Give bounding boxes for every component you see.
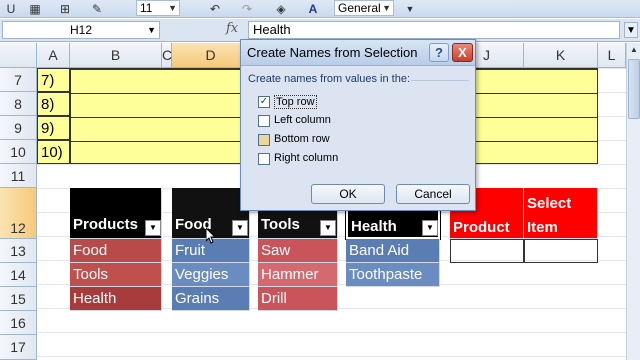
option-right-column[interactable]: Right column (258, 151, 348, 167)
column-header[interactable]: A (37, 43, 70, 68)
column-header[interactable]: B (70, 43, 162, 68)
cancel-button[interactable]: Cancel (396, 184, 470, 204)
checkbox-checked-icon[interactable]: ✓ (258, 96, 270, 108)
filter-dropdown-icon[interactable]: ▼ (232, 220, 248, 236)
checkbox-icon[interactable] (258, 153, 270, 165)
create-names-dialog: Create Names from Selection ? X Create n… (240, 39, 476, 211)
dialog-title-bar[interactable]: Create Names from Selection ? X (241, 40, 475, 66)
formula-value: Health (253, 22, 291, 37)
option-left-column[interactable]: Left column (258, 113, 348, 129)
name-box[interactable]: H12 ▼ (2, 21, 160, 39)
tools-cell[interactable]: Hammer (258, 263, 338, 287)
redo-icon[interactable]: ↷ (238, 1, 256, 17)
font-color-icon[interactable]: A (304, 1, 322, 17)
chevron-down-icon: ▼ (147, 25, 156, 35)
ribbon: U ▦ ⊞ ✎ 11 ▼ ↶ ↷ ◈ A General ▼ ▼ (0, 0, 640, 18)
checkbox-icon[interactable] (258, 115, 270, 127)
select-product-cell[interactable] (450, 239, 524, 263)
row-header[interactable]: 14 (0, 263, 37, 287)
column-header[interactable]: K (524, 43, 598, 68)
health-cell[interactable]: Toothpaste (346, 263, 440, 287)
products-cell[interactable]: Tools (70, 263, 162, 287)
row-header[interactable]: 9 (0, 116, 37, 140)
vertical-scrollbar[interactable]: ▲ (626, 43, 640, 360)
filter-dropdown-icon[interactable]: ▼ (422, 220, 438, 236)
ok-button[interactable]: OK (311, 184, 385, 204)
option-bottom-row[interactable]: Bottom row (258, 132, 348, 148)
scroll-up-icon[interactable]: ▲ (627, 43, 640, 57)
list-number[interactable]: 9) (37, 116, 70, 140)
option-top-row[interactable]: ✓ Top row (258, 94, 348, 110)
filter-dropdown-icon[interactable]: ▼ (145, 220, 161, 236)
font-size-value: 11 (140, 1, 153, 15)
font-size-combo[interactable]: 11 ▼ (136, 0, 180, 16)
select-item-line2: Item (527, 219, 558, 236)
column-header[interactable]: L (598, 43, 626, 68)
fx-icon[interactable]: fx (226, 21, 238, 36)
expand-formula-bar-icon[interactable]: ▼ (624, 22, 638, 38)
list-number[interactable]: 7) (37, 68, 70, 92)
dialog-title: Create Names from Selection (247, 45, 418, 60)
list-number[interactable]: 8) (37, 92, 70, 116)
number-format-combo[interactable]: General ▼ (334, 0, 394, 16)
filter-dropdown-icon[interactable]: ▼ (320, 220, 336, 236)
undo-icon[interactable]: ↶ (206, 1, 224, 17)
name-box-value: H12 (69, 23, 92, 37)
scroll-thumb[interactable] (628, 59, 640, 119)
option-label: Right column (274, 152, 339, 164)
tools-cell[interactable]: Drill (258, 287, 338, 311)
mouse-cursor-icon (206, 228, 216, 244)
row-header[interactable]: 13 (0, 239, 37, 263)
checkbox-icon[interactable] (258, 134, 270, 146)
option-label: Bottom row (274, 133, 330, 145)
option-label: Left column (274, 114, 331, 126)
help-button[interactable]: ? (429, 43, 449, 62)
borders-icon[interactable]: ▦ (26, 1, 44, 17)
fill-color-icon[interactable]: ◈ (272, 1, 290, 17)
dialog-prompt: Create names from values in the: (248, 73, 411, 85)
column-header[interactable]: C (162, 43, 172, 68)
chevron-down-icon: ▼ (168, 3, 177, 13)
column-header[interactable]: D (172, 43, 250, 68)
row-header[interactable]: 12 (0, 188, 37, 239)
food-cell[interactable]: Veggies (172, 263, 250, 287)
list-number[interactable]: 10) (37, 140, 70, 164)
select-item-line1: Select (527, 195, 572, 212)
chevron-down-icon[interactable]: ▼ (404, 1, 416, 17)
products-cell[interactable]: Food (70, 239, 162, 263)
row-header[interactable]: 11 (0, 164, 37, 188)
row-header[interactable]: 17 (0, 335, 37, 360)
select-all-corner[interactable] (0, 43, 37, 68)
close-button[interactable]: X (452, 43, 473, 62)
select-product-line2: Product (453, 219, 510, 236)
merge-icon[interactable]: ⊞ (56, 1, 74, 17)
select-item-cell[interactable] (524, 239, 598, 263)
select-item-header[interactable]: Select Item (524, 188, 598, 239)
row-header[interactable]: 16 (0, 311, 37, 335)
food-cell[interactable]: Grains (172, 287, 250, 311)
option-label: Top row (274, 95, 317, 109)
row-header[interactable]: 10 (0, 140, 37, 164)
number-format-value: General (338, 1, 381, 15)
divider (411, 80, 469, 81)
row-header[interactable]: 8 (0, 92, 37, 116)
products-cell[interactable]: Health (70, 287, 162, 311)
row-header[interactable]: 7 (0, 68, 37, 92)
row-header[interactable]: 15 (0, 287, 37, 311)
health-cell[interactable]: Band Aid (346, 239, 440, 263)
chevron-down-icon: ▼ (382, 3, 391, 13)
formula-input[interactable]: Health (248, 21, 620, 39)
underline-icon[interactable]: U (4, 1, 18, 17)
format-painter-icon[interactable]: ✎ (88, 1, 106, 17)
tools-cell[interactable]: Saw (258, 239, 338, 263)
